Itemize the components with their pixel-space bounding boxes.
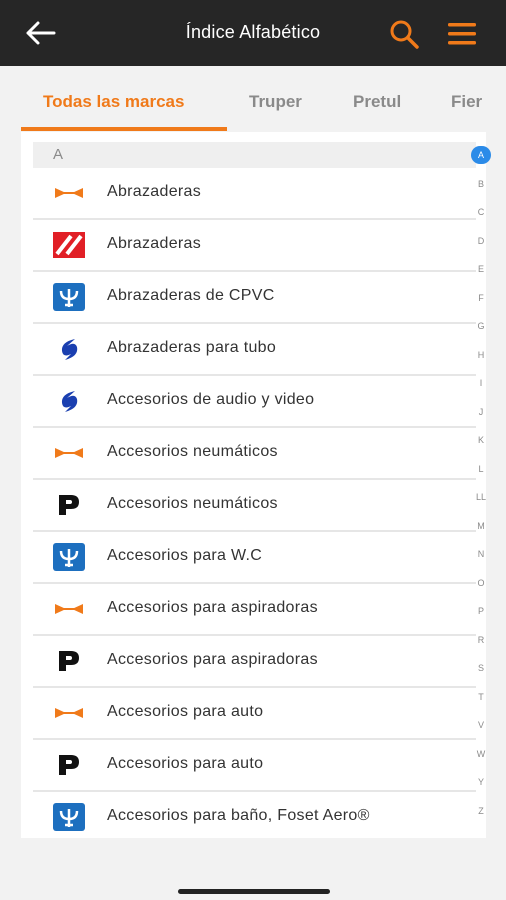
list-item[interactable]: Accesorios para auto xyxy=(33,688,476,740)
list-item-label: Abrazaderas de CPVC xyxy=(107,287,275,304)
list-item-label: Accesorios para W.C xyxy=(107,547,263,564)
alphabet-letter-l[interactable]: L xyxy=(469,464,493,474)
foset-logo-icon xyxy=(53,803,85,831)
tab-todas-las-marcas[interactable]: Todas las marcas xyxy=(43,92,184,112)
truper-logo-icon xyxy=(53,179,85,207)
tab-fiero[interactable]: Fier xyxy=(451,92,482,112)
search-icon xyxy=(390,20,419,49)
alphabet-letter-s[interactable]: S xyxy=(469,663,493,673)
list-item-label: Accesorios para auto xyxy=(107,755,264,772)
alphabet-letter-y[interactable]: Y xyxy=(469,777,493,787)
alphabet-letter-ll[interactable]: LL xyxy=(469,492,493,502)
alphabet-letter-z[interactable]: Z xyxy=(469,806,493,816)
list-item-label: Accesorios para aspiradoras xyxy=(107,651,318,668)
foset-logo-icon xyxy=(53,543,85,571)
volteck-logo-icon xyxy=(53,335,85,363)
section-header: A xyxy=(33,142,476,168)
alphabet-letter-d[interactable]: D xyxy=(469,236,493,246)
volteck-logo-icon xyxy=(53,387,85,415)
alphabet-letter-k[interactable]: K xyxy=(469,435,493,445)
list-item-label: Accesorios neumáticos xyxy=(107,495,278,512)
menu-button[interactable] xyxy=(446,21,478,47)
list-item[interactable]: Accesorios neumáticos xyxy=(33,428,476,480)
alphabet-letter-o[interactable]: O xyxy=(469,578,493,588)
list-item[interactable]: Accesorios para W.C xyxy=(33,532,476,584)
alphabet-letter-g[interactable]: G xyxy=(469,321,493,331)
list-item-label: Abrazaderas xyxy=(107,183,202,200)
alphabet-letter-n[interactable]: N xyxy=(469,549,493,559)
list-item[interactable]: Accesorios de audio y video xyxy=(33,376,476,428)
list-item[interactable]: Accesorios para aspiradoras xyxy=(33,636,476,688)
pretul-logo-icon xyxy=(53,647,85,675)
list-item[interactable]: Abrazaderas para tubo xyxy=(33,324,476,376)
truper-logo-icon xyxy=(53,439,85,467)
page-title: Índice Alfabético xyxy=(185,22,321,42)
list-item-label: Accesorios de audio y video xyxy=(107,391,315,408)
list-item-label: Accesorios para baño, Foset Aero® xyxy=(107,807,370,824)
tab-pretul[interactable]: Pretul xyxy=(353,92,401,112)
alphabet-letter-r[interactable]: R xyxy=(469,635,493,645)
app-bar: Índice Alfabético xyxy=(0,0,506,66)
list-item[interactable]: Accesorios para baño, Foset Aero® xyxy=(33,792,476,838)
system-nav-bar xyxy=(0,868,506,900)
list-item-label: Accesorios neumáticos xyxy=(107,443,278,460)
alphabet-letter-c[interactable]: C xyxy=(469,207,493,217)
list-item[interactable]: Abrazaderas de CPVC xyxy=(33,272,476,324)
alphabet-letter-j[interactable]: J xyxy=(469,407,493,417)
pretul-logo-icon xyxy=(53,491,85,519)
truper-logo-icon xyxy=(53,699,85,727)
truper-logo-icon xyxy=(53,595,85,623)
fiero-logo-icon xyxy=(53,231,85,259)
alphabet-letter-v[interactable]: V xyxy=(469,720,493,730)
active-tab-indicator xyxy=(21,127,227,131)
foset-logo-icon xyxy=(53,283,85,311)
alphabet-letter-e[interactable]: E xyxy=(469,264,493,274)
list-item[interactable]: Abrazaderas xyxy=(33,220,476,272)
alphabet-letter-a[interactable]: A xyxy=(469,150,493,160)
alphabet-letter-b[interactable]: B xyxy=(469,179,493,189)
alphabet-letter-w[interactable]: W xyxy=(469,749,493,759)
hamburger-menu-icon xyxy=(448,23,476,45)
list-item[interactable]: Accesorios para auto xyxy=(33,740,476,792)
catalog-list: A Abrazaderas Abrazaderas Abrazaderas de… xyxy=(21,132,486,838)
alphabet-letter-p[interactable]: P xyxy=(469,606,493,616)
search-button[interactable] xyxy=(388,18,420,50)
pretul-logo-icon xyxy=(53,751,85,779)
tab-truper[interactable]: Truper xyxy=(249,92,302,112)
list-item-label: Accesorios para auto xyxy=(107,703,264,720)
alphabet-letter-h[interactable]: H xyxy=(469,350,493,360)
alphabet-letter-m[interactable]: M xyxy=(469,521,493,531)
list-item[interactable]: Accesorios neumáticos xyxy=(33,480,476,532)
alphabet-letter-f[interactable]: F xyxy=(469,293,493,303)
alphabet-index[interactable]: A B C D E F G H I J K L LL M N O P R S T… xyxy=(469,145,493,825)
list-item[interactable]: Abrazaderas xyxy=(33,168,476,220)
list-item-label: Abrazaderas xyxy=(107,235,202,252)
alphabet-letter-t[interactable]: T xyxy=(469,692,493,702)
alphabet-letter-i[interactable]: I xyxy=(469,378,493,388)
list-item[interactable]: Accesorios para aspiradoras xyxy=(33,584,476,636)
brand-tabs: Todas las marcas Truper Pretul Fier xyxy=(0,66,506,132)
list-item-label: Abrazaderas para tubo xyxy=(107,339,277,356)
list-item-label: Accesorios para aspiradoras xyxy=(107,599,318,616)
home-gesture-handle[interactable] xyxy=(178,889,330,894)
